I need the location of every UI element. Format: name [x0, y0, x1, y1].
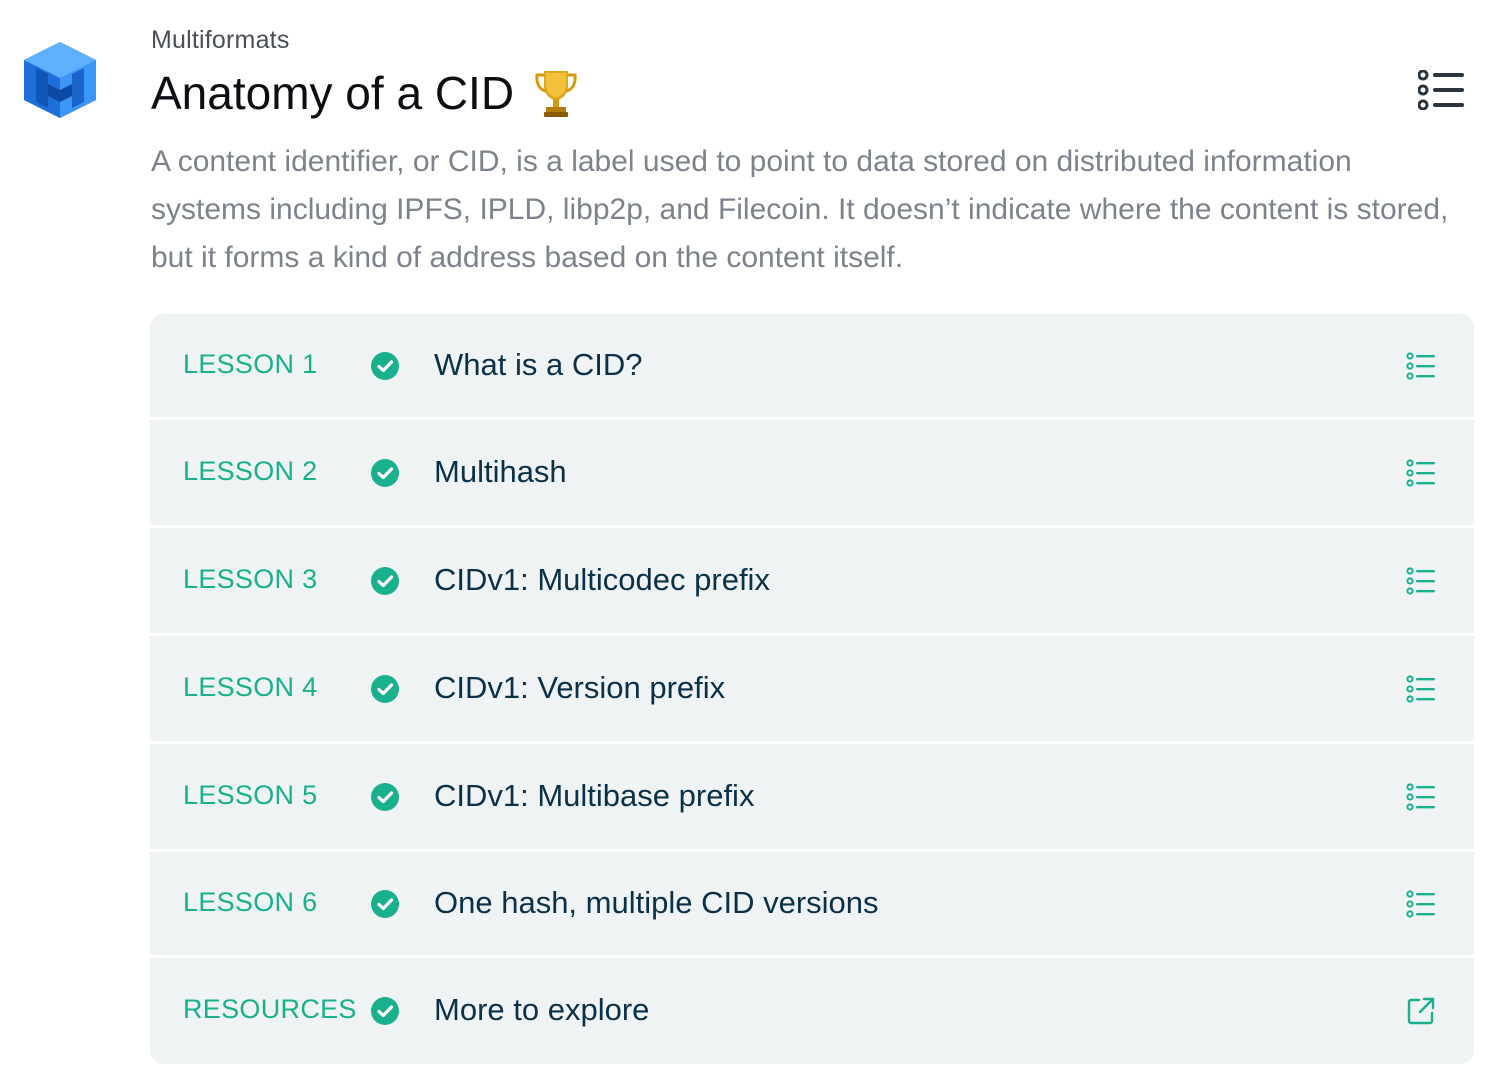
lesson-label: LESSON 1	[183, 348, 318, 379]
lesson-title[interactable]: CIDv1: Multibase prefix	[434, 778, 754, 814]
multiformats-logo	[24, 42, 96, 118]
check-circle-icon	[371, 997, 399, 1025]
check-circle-icon	[371, 351, 399, 380]
lesson-label: RESOURCES	[183, 994, 357, 1024]
lesson-row[interactable]: LESSON 2 Multihash	[150, 420, 1474, 525]
list-icon[interactable]	[1406, 458, 1436, 488]
check-circle-icon	[371, 782, 399, 811]
course-category: Multiformats	[151, 26, 290, 54]
lesson-label: LESSON 5	[183, 779, 318, 810]
trophy-icon	[535, 71, 577, 117]
lesson-title[interactable]: One hash, multiple CID versions	[434, 885, 879, 921]
external-link-icon[interactable]	[1406, 996, 1436, 1026]
check-circle-icon	[371, 674, 399, 703]
lesson-label: LESSON 6	[183, 886, 318, 917]
list-icon[interactable]	[1406, 566, 1436, 596]
lesson-title[interactable]: CIDv1: Version prefix	[434, 670, 725, 706]
course-description: A content identifier, or CID, is a label…	[151, 145, 1449, 274]
lesson-label: LESSON 3	[183, 563, 318, 594]
list-icon[interactable]	[1406, 674, 1436, 704]
lesson-row[interactable]: LESSON 6 One hash, multiple CID versions	[150, 852, 1474, 955]
lesson-title[interactable]: CIDv1: Multicodec prefix	[434, 562, 770, 598]
lesson-row[interactable]: LESSON 1 What is a CID?	[150, 314, 1474, 417]
check-circle-icon	[371, 889, 399, 918]
list-icon[interactable]	[1418, 70, 1464, 110]
lesson-label: LESSON 2	[183, 455, 318, 486]
lesson-row[interactable]: RESOURCES More to explore	[150, 958, 1474, 1064]
list-icon[interactable]	[1406, 889, 1436, 919]
lesson-list: LESSON 1 What is a CID? LESSON 2 Multihash L…	[150, 314, 1474, 1064]
page-title: Anatomy of a CID	[151, 67, 515, 119]
lesson-label: LESSON 4	[183, 671, 318, 702]
lesson-row[interactable]: LESSON 4 CIDv1: Version prefix	[150, 636, 1474, 741]
lesson-title[interactable]: What is a CID?	[434, 347, 642, 383]
lesson-row[interactable]: LESSON 3 CIDv1: Multicodec prefix	[150, 528, 1474, 633]
lesson-row[interactable]: LESSON 5 CIDv1: Multibase prefix	[150, 744, 1474, 849]
check-circle-icon	[371, 566, 399, 595]
list-icon[interactable]	[1406, 351, 1436, 381]
list-icon[interactable]	[1406, 782, 1436, 812]
title-row: Anatomy of a CID	[151, 62, 1391, 124]
lesson-title[interactable]: Multihash	[434, 454, 567, 490]
lesson-title[interactable]: More to explore	[434, 992, 649, 1028]
page-header: Multiformats Anatomy of a CID	[151, 24, 1391, 124]
check-circle-icon	[371, 458, 399, 487]
